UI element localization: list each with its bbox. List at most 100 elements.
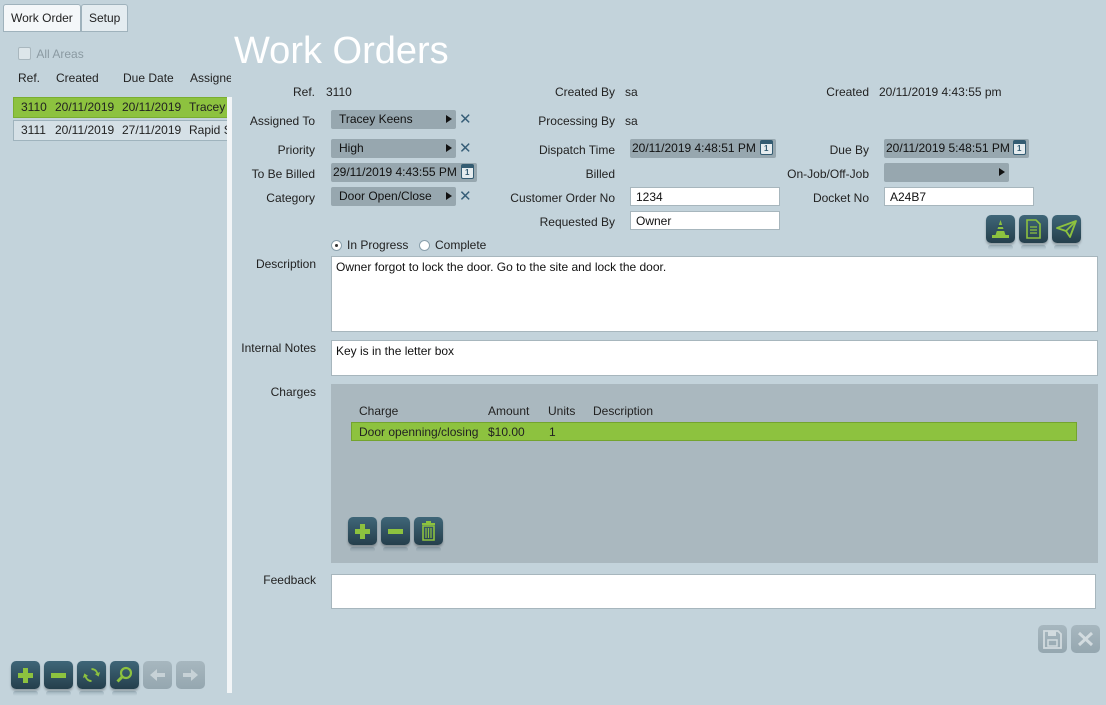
panel-splitter[interactable] [227,97,232,693]
internal-notes-label: Internal Notes [241,341,316,355]
row-due: 27/11/2019 [122,123,182,137]
clear-category-button[interactable]: ✕ [459,189,472,204]
priority-value: High [339,141,364,155]
charges-col-description[interactable]: Description [593,404,653,418]
send-button[interactable] [1052,215,1081,250]
remove-work-order-button[interactable] [44,661,73,696]
add-icon [355,524,370,539]
charges-col-charge[interactable]: Charge [359,404,398,418]
row-ref: 3111 [21,123,46,137]
tab-work-order[interactable]: Work Order [3,4,81,32]
refresh-icon [82,668,101,682]
ref-value: 3110 [326,85,352,99]
dispatch-time-value: 20/11/2019 4:48:51 PM [632,141,756,155]
dispatch-time-label: Dispatch Time [538,143,615,157]
arrow-left-icon [150,669,165,681]
charge-name: Door openning/closing [359,425,479,439]
charges-label: Charges [270,385,316,399]
all-areas-checkbox[interactable] [18,47,31,60]
cancel-button[interactable] [1071,625,1100,653]
clear-priority-button[interactable]: ✕ [459,141,472,156]
chevron-right-icon [446,192,452,200]
feedback-textarea[interactable] [331,574,1096,609]
processing-by-value: sa [625,114,638,128]
next-button[interactable] [176,661,205,689]
all-areas-label: All Areas [36,47,84,61]
charges-header: Charge Amount Units Description [0,404,1106,418]
remove-charge-button[interactable] [381,517,410,552]
delete-charge-button[interactable] [414,517,443,552]
due-by-value: 20/11/2019 5:48:51 PM [886,141,1010,155]
list-item[interactable]: 3110 20/11/2019 20/11/2019 Tracey Keens [13,97,230,118]
processing-by-label: Processing By [538,114,615,128]
assigned-to-label: Assigned To [249,114,315,128]
list-item[interactable]: 3111 20/11/2019 27/11/2019 Rapid Service… [13,120,230,141]
category-label: Category [266,191,315,205]
requested-by-input[interactable] [630,211,780,230]
refresh-button[interactable] [77,661,106,696]
to-be-billed-label: To Be Billed [251,167,315,181]
requested-by-label: Requested By [539,215,615,229]
due-by-field[interactable]: 20/11/2019 5:48:51 PM 1 [884,139,1029,158]
charges-col-amount[interactable]: Amount [488,404,529,418]
calendar-icon[interactable]: 1 [461,164,474,179]
page-title: Work Orders [234,30,449,72]
in-progress-label: In Progress [347,238,409,252]
clear-assigned-button[interactable]: ✕ [459,112,472,127]
chevron-right-icon [999,168,1005,176]
in-progress-radio[interactable] [331,240,342,251]
col-ref[interactable]: Ref. [18,71,40,85]
row-assigned: Rapid Services [189,123,229,137]
dispatch-cone-button[interactable] [986,215,1015,250]
previous-button[interactable] [143,661,172,689]
add-work-order-button[interactable] [11,661,40,696]
save-button[interactable] [1038,625,1067,653]
priority-dropdown[interactable]: High [331,139,456,158]
row-due: 20/11/2019 [122,100,182,114]
search-button[interactable] [110,661,139,696]
category-dropdown[interactable]: Door Open/Close [331,187,456,206]
calendar-icon[interactable]: 1 [760,140,773,155]
row-created: 20/11/2019 [55,100,115,114]
billed-label: Billed [585,167,615,181]
customer-order-input[interactable] [630,187,780,206]
col-created[interactable]: Created [56,71,99,85]
all-areas-checkbox-row[interactable]: All Areas [18,47,84,61]
complete-radio[interactable] [419,240,430,251]
calendar-icon[interactable]: 1 [1013,140,1026,155]
created-by-value: sa [625,85,638,99]
table-row[interactable]: Door openning/closing $10.00 1 [351,422,1077,441]
search-icon [116,666,133,683]
col-assigned[interactable]: Assigned To [190,71,231,87]
to-be-billed-field[interactable]: 29/11/2019 4:43:55 PM 1 [331,163,477,182]
row-created: 20/11/2019 [55,123,115,137]
charges-col-units[interactable]: Units [548,404,575,418]
docket-input[interactable] [884,187,1034,206]
category-value: Door Open/Close [339,189,432,203]
complete-label: Complete [435,238,487,252]
chevron-right-icon [446,144,452,152]
tab-setup[interactable]: Setup [81,4,129,32]
created-by-label: Created By [554,85,615,99]
to-be-billed-value: 29/11/2019 4:43:55 PM [333,165,457,179]
created-label: Created [826,85,869,99]
description-label: Description [255,257,316,271]
customer-order-label: Customer Order No [510,191,615,205]
internal-notes-textarea[interactable]: Key is in the letter box [331,340,1098,376]
charge-units: 1 [549,425,556,439]
remove-icon [51,673,66,678]
add-charge-button[interactable] [348,517,377,552]
trash-icon [422,521,435,541]
on-off-job-label: On-Job/Off-Job [787,167,869,181]
on-off-job-dropdown[interactable] [884,163,1009,182]
docket-label: Docket No [812,191,869,205]
document-button[interactable] [1019,215,1048,250]
feedback-label: Feedback [263,573,316,587]
close-icon [1077,631,1094,647]
col-due-date[interactable]: Due Date [123,71,174,85]
chevron-right-icon [446,115,452,123]
row-ref: 3110 [21,100,47,114]
assigned-to-dropdown[interactable]: Tracey Keens [331,110,456,129]
dispatch-time-field[interactable]: 20/11/2019 4:48:51 PM 1 [630,139,776,158]
description-textarea[interactable]: Owner forgot to lock the door. Go to the… [331,256,1098,332]
